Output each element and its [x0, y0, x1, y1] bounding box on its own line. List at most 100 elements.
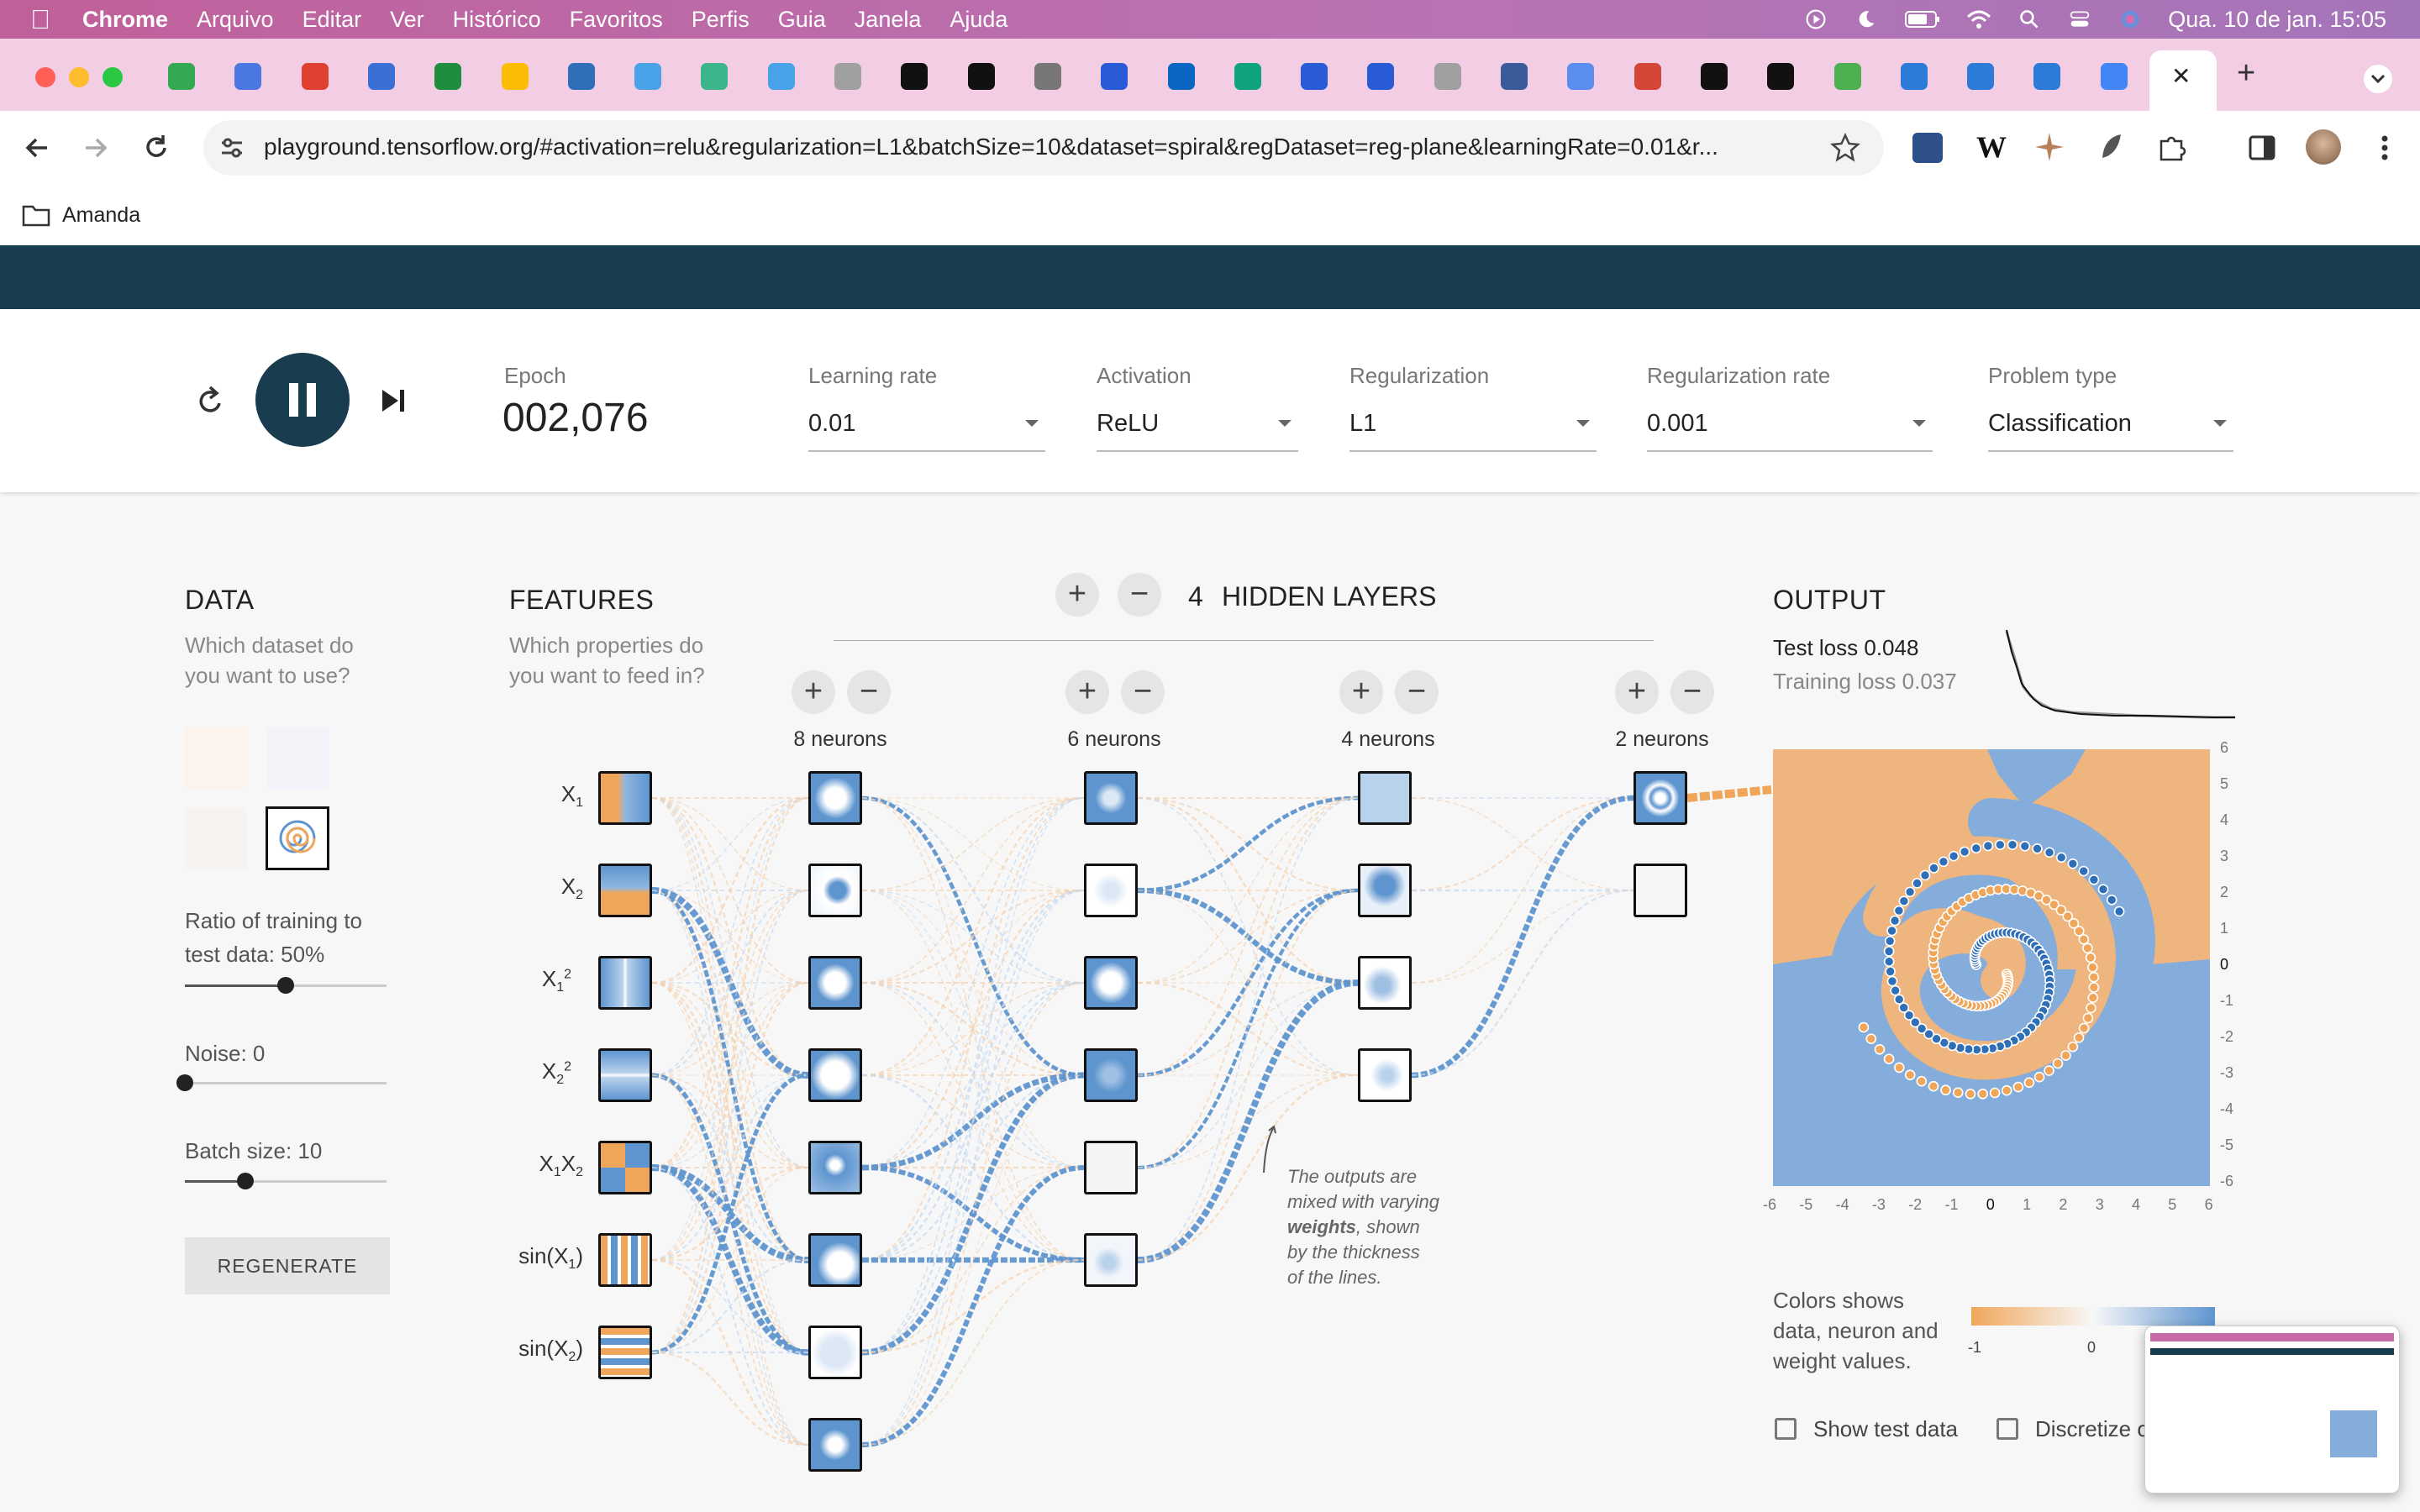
feature-node-x1[interactable] — [598, 771, 652, 825]
weight-connection[interactable] — [651, 890, 809, 1076]
weight-connection[interactable] — [1137, 888, 1359, 1170]
layer4-neuron-1[interactable] — [1634, 771, 1687, 825]
weight-connection[interactable] — [651, 796, 809, 984]
weight-connection[interactable] — [651, 890, 809, 1353]
remove-layer-button[interactable]: − — [1118, 573, 1161, 617]
hidden-layers-bracket — [834, 640, 1654, 641]
add-layer-button[interactable]: + — [1055, 573, 1099, 617]
data-point-blue — [1982, 840, 1994, 852]
layer4-add-neuron-button[interactable]: + — [1615, 670, 1659, 714]
data-point-orange — [1874, 1043, 1886, 1055]
legend-mid-label: 0 — [2087, 1339, 2096, 1356]
data-point-orange — [1883, 1053, 1895, 1065]
layer4-neuron-count: 2 neurons — [1615, 727, 1709, 751]
layer3-remove-neuron-button[interactable]: − — [1395, 670, 1439, 714]
y-tick-label: 6 — [2220, 739, 2229, 756]
feature-node-x1-squared[interactable] — [598, 956, 652, 1010]
feature-label-sin-x1: sin(X1) — [518, 1243, 583, 1273]
y-tick-label: -1 — [2220, 992, 2234, 1009]
feature-node-sin-x2[interactable] — [598, 1326, 652, 1379]
data-point-blue — [2088, 874, 2100, 885]
data-point-orange — [2087, 992, 2099, 1004]
layer1-neuron-2[interactable] — [808, 864, 862, 917]
data-point-orange — [1928, 1080, 1939, 1092]
layer2-neuron-3[interactable] — [1084, 956, 1138, 1010]
layer3-neuron-4[interactable] — [1358, 1048, 1412, 1102]
weight-connection[interactable] — [861, 1164, 1085, 1448]
weight-connection[interactable] — [1411, 797, 1634, 891]
data-point-blue — [1938, 856, 1949, 868]
layer1-add-neuron-button[interactable]: + — [792, 670, 835, 714]
data-point-orange — [2078, 1022, 2090, 1034]
layer2-neuron-6[interactable] — [1084, 1233, 1138, 1287]
layer3-neuron-3[interactable] — [1358, 956, 1412, 1010]
weight-connection[interactable] — [1411, 796, 1634, 892]
data-point-orange — [2085, 952, 2096, 963]
layer1-neuron-8[interactable] — [808, 1418, 862, 1472]
layer1-remove-neuron-button[interactable]: − — [847, 670, 891, 714]
weight-connection[interactable] — [861, 796, 1085, 1077]
layer3-neuron-2[interactable] — [1358, 864, 1412, 917]
annotation-line3: , shown — [1355, 1216, 1420, 1237]
x-tick-label: 4 — [2132, 1196, 2141, 1213]
y-tick-label: 5 — [2220, 775, 2229, 792]
layer2-remove-neuron-button[interactable]: − — [1121, 670, 1165, 714]
show-test-data-checkbox[interactable] — [1775, 1418, 1797, 1440]
weight-connection[interactable] — [651, 796, 809, 1354]
hidden-layers-label: HIDDEN LAYERS — [1222, 581, 1437, 612]
data-point-blue — [1893, 905, 1905, 916]
layer1-neuron-4[interactable] — [808, 1048, 862, 1102]
layer3-add-neuron-button[interactable]: + — [1339, 670, 1383, 714]
y-tick-label: 1 — [2220, 920, 2229, 937]
data-point-blue — [1948, 850, 1960, 862]
x-tick-label: -2 — [1908, 1196, 1923, 1213]
data-point-blue — [1904, 886, 1916, 898]
weight-connection[interactable] — [861, 797, 1085, 1446]
layer1-neuron-1[interactable] — [808, 771, 862, 825]
y-tick-label: -4 — [2220, 1100, 2234, 1117]
screenshot-thumbnail[interactable] — [2144, 1326, 2400, 1494]
layer4-neuron-2[interactable] — [1634, 864, 1687, 917]
data-point-orange — [2033, 1071, 2045, 1083]
data-point-blue — [2032, 843, 2043, 854]
weight-connection[interactable] — [861, 1259, 1085, 1446]
layer2-neuron-5[interactable] — [1084, 1141, 1138, 1194]
weight-connection[interactable] — [861, 797, 1085, 891]
output-connection[interactable] — [1686, 785, 1772, 802]
data-point-orange — [1904, 1069, 1916, 1081]
y-tick-label: -6 — [2220, 1173, 2234, 1189]
weight-connection[interactable] — [1411, 889, 1634, 1077]
data-point-blue — [2007, 839, 2018, 850]
weight-connection[interactable] — [861, 889, 1085, 1169]
color-legend-bar — [1971, 1307, 2215, 1326]
layer1-neuron-6[interactable] — [808, 1233, 862, 1287]
layer2-neuron-1[interactable] — [1084, 771, 1138, 825]
loss-curve-chart — [2005, 629, 2235, 719]
weight-connection[interactable] — [861, 1072, 1085, 1356]
layer1-neuron-3[interactable] — [808, 956, 862, 1010]
feature-node-sin-x1[interactable] — [598, 1233, 652, 1287]
annotation-line2: mixed with varying — [1287, 1191, 1439, 1212]
weight-connection[interactable] — [1137, 797, 1359, 1076]
weight-connection[interactable] — [1411, 795, 1634, 1079]
data-point-blue — [1885, 966, 1896, 977]
feature-node-x1x2[interactable] — [598, 1141, 652, 1194]
data-point-blue — [1919, 869, 1931, 881]
discretize-output-checkbox[interactable] — [1996, 1418, 2018, 1440]
weight-connection[interactable] — [651, 1167, 809, 1353]
layer2-add-neuron-button[interactable]: + — [1065, 670, 1109, 714]
layer1-neuron-5[interactable] — [808, 1141, 862, 1194]
annotation-arrow-icon — [1263, 1125, 1276, 1173]
layer2-neuron-4[interactable] — [1084, 1048, 1138, 1102]
data-point-orange — [2088, 971, 2100, 983]
layer2-neuron-2[interactable] — [1084, 864, 1138, 917]
weight-connection[interactable] — [861, 797, 1085, 891]
feature-node-x2-squared[interactable] — [598, 1048, 652, 1102]
layer1-neuron-7[interactable] — [808, 1326, 862, 1379]
feature-node-x2[interactable] — [598, 864, 652, 917]
layer3-neuron-1[interactable] — [1358, 771, 1412, 825]
thumbnail-header — [2150, 1348, 2394, 1355]
layer4-remove-neuron-button[interactable]: − — [1670, 670, 1714, 714]
weight-connection[interactable] — [651, 797, 809, 1261]
feature-label-sin-x2: sin(X2) — [518, 1336, 583, 1365]
